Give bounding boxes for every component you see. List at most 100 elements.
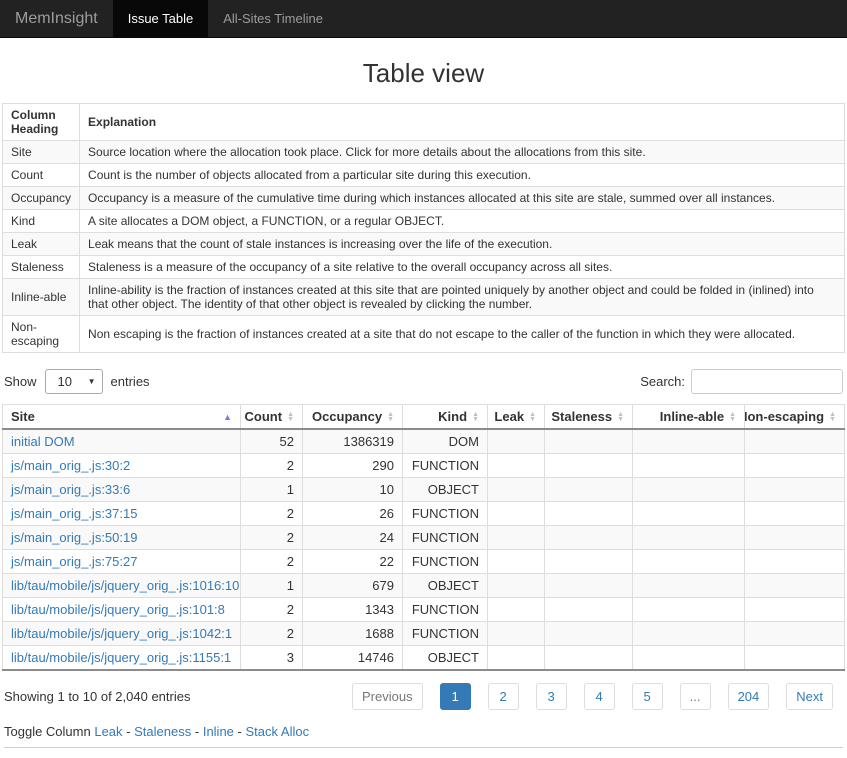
occupancy-cell: 679 [303, 574, 403, 598]
column-label: Inline-able [660, 409, 724, 424]
column-header-occupancy[interactable]: Occupancy ▲▼ [303, 405, 403, 430]
count-cell: 1 [241, 478, 303, 502]
non-escaping-cell [745, 646, 845, 671]
table-row: initial DOM 52 1386319 DOM [3, 429, 845, 454]
table-row: lib/tau/mobile/js/jquery_orig_.js:1016:1… [3, 574, 845, 598]
non-escaping-cell [745, 550, 845, 574]
page-button-4[interactable]: 4 [584, 683, 615, 710]
page-size-select[interactable]: 10 ▼ [45, 369, 103, 394]
column-label: Occupancy [312, 409, 382, 424]
non-escaping-cell [745, 574, 845, 598]
explanation-row: Occupancy Occupancy is a measure of the … [3, 187, 845, 210]
toggle-link-stack-alloc[interactable]: Stack Alloc [246, 724, 310, 739]
issue-table: Site ▲ Count ▲▼ Occupancy ▲▼ [2, 404, 845, 671]
site-link[interactable]: js/main_orig_.js:33:6 [11, 482, 130, 497]
previous-page-button[interactable]: Previous [352, 683, 423, 710]
explanation-text: Occupancy is a measure of the cumulative… [80, 187, 845, 210]
sort-both-icon: ▲▼ [729, 412, 736, 422]
sort-both-icon: ▲▼ [387, 412, 394, 422]
column-header-site[interactable]: Site ▲ [3, 405, 241, 430]
staleness-cell [545, 478, 633, 502]
sort-both-icon: ▲▼ [472, 412, 479, 422]
column-label: Kind [438, 409, 467, 424]
explanation-text: Inline-ability is the fraction of instan… [80, 279, 845, 316]
leak-cell [488, 598, 545, 622]
leak-cell [488, 550, 545, 574]
leak-cell [488, 429, 545, 454]
explanation-term: Kind [3, 210, 80, 233]
count-cell: 2 [241, 550, 303, 574]
explanation-text: Source location where the allocation too… [80, 141, 845, 164]
site-link[interactable]: lib/tau/mobile/js/jquery_orig_.js:1155:1 [11, 650, 231, 665]
page-size-value: 10 [58, 374, 72, 389]
column-header-staleness[interactable]: Staleness ▲▼ [545, 405, 633, 430]
explanation-text: A site allocates a DOM object, a FUNCTIO… [80, 210, 845, 233]
count-cell: 2 [241, 598, 303, 622]
explanation-header-explanation: Explanation [80, 104, 845, 141]
toggle-link-leak[interactable]: Leak [94, 724, 122, 739]
app-brand[interactable]: MemInsight [0, 0, 113, 37]
search-control: Search: [640, 369, 843, 394]
pagination-ellipsis: ... [680, 683, 711, 710]
site-link[interactable]: js/main_orig_.js:37:15 [11, 506, 137, 521]
explanation-term: Non-escaping [3, 316, 80, 353]
non-escaping-cell [745, 526, 845, 550]
chevron-down-icon: ▼ [88, 377, 96, 386]
kind-cell: OBJECT [403, 574, 488, 598]
non-escaping-cell [745, 502, 845, 526]
separator: - [195, 724, 199, 739]
page-button-3[interactable]: 3 [536, 683, 567, 710]
toggle-column-label: Toggle Column [4, 724, 91, 739]
page-button-2[interactable]: 2 [488, 683, 519, 710]
column-header-inline-able[interactable]: Inline-able ▲▼ [633, 405, 745, 430]
site-link[interactable]: js/main_orig_.js:50:19 [11, 530, 137, 545]
explanation-term: Leak [3, 233, 80, 256]
site-link[interactable]: js/main_orig_.js:30:2 [11, 458, 130, 473]
separator: - [238, 724, 242, 739]
inline-able-cell [633, 646, 745, 671]
toggle-column-row: Toggle Column Leak - Staleness - Inline … [2, 724, 845, 739]
occupancy-cell: 290 [303, 454, 403, 478]
page-button-5[interactable]: 5 [632, 683, 663, 710]
leak-cell [488, 454, 545, 478]
site-link[interactable]: js/main_orig_.js:75:27 [11, 554, 137, 569]
column-header-leak[interactable]: Leak ▲▼ [488, 405, 545, 430]
sort-both-icon: ▲▼ [617, 412, 624, 422]
staleness-cell [545, 622, 633, 646]
site-link[interactable]: lib/tau/mobile/js/jquery_orig_.js:101:8 [11, 602, 225, 617]
search-label: Search: [640, 374, 685, 389]
site-link[interactable]: initial DOM [11, 434, 75, 449]
non-escaping-cell [745, 622, 845, 646]
inline-able-cell [633, 502, 745, 526]
page-button-1[interactable]: 1 [440, 683, 471, 710]
page-button-204[interactable]: 204 [728, 683, 770, 710]
non-escaping-cell [745, 598, 845, 622]
toggle-link-staleness[interactable]: Staleness [134, 724, 191, 739]
non-escaping-cell [745, 454, 845, 478]
explanation-term: Staleness [3, 256, 80, 279]
toggle-link-inline[interactable]: Inline [203, 724, 234, 739]
explanation-term: Count [3, 164, 80, 187]
site-link[interactable]: lib/tau/mobile/js/jquery_orig_.js:1016:1… [11, 578, 239, 593]
column-header-kind[interactable]: Kind ▲▼ [403, 405, 488, 430]
tab-all-sites-timeline[interactable]: All-Sites Timeline [208, 0, 338, 37]
table-row: lib/tau/mobile/js/jquery_orig_.js:1155:1… [3, 646, 845, 671]
tab-issue-table[interactable]: Issue Table [113, 0, 209, 37]
column-label: Site [11, 409, 35, 424]
search-input[interactable] [691, 369, 843, 394]
inline-able-cell [633, 622, 745, 646]
column-header-count[interactable]: Count ▲▼ [241, 405, 303, 430]
next-page-button[interactable]: Next [786, 683, 833, 710]
explanation-row: Kind A site allocates a DOM object, a FU… [3, 210, 845, 233]
column-label: Count [245, 409, 283, 424]
column-header-non-escaping[interactable]: Non-escaping ▲▼ [745, 405, 845, 430]
explanation-table: Column Heading Explanation Site Source l… [2, 103, 845, 353]
explanation-row: Inline-able Inline-ability is the fracti… [3, 279, 845, 316]
non-escaping-cell [745, 478, 845, 502]
occupancy-cell: 1688 [303, 622, 403, 646]
staleness-cell [545, 574, 633, 598]
bottom-divider [4, 747, 843, 748]
table-row: js/main_orig_.js:50:19 2 24 FUNCTION [3, 526, 845, 550]
show-label: Show [4, 374, 37, 389]
site-link[interactable]: lib/tau/mobile/js/jquery_orig_.js:1042:1 [11, 626, 232, 641]
